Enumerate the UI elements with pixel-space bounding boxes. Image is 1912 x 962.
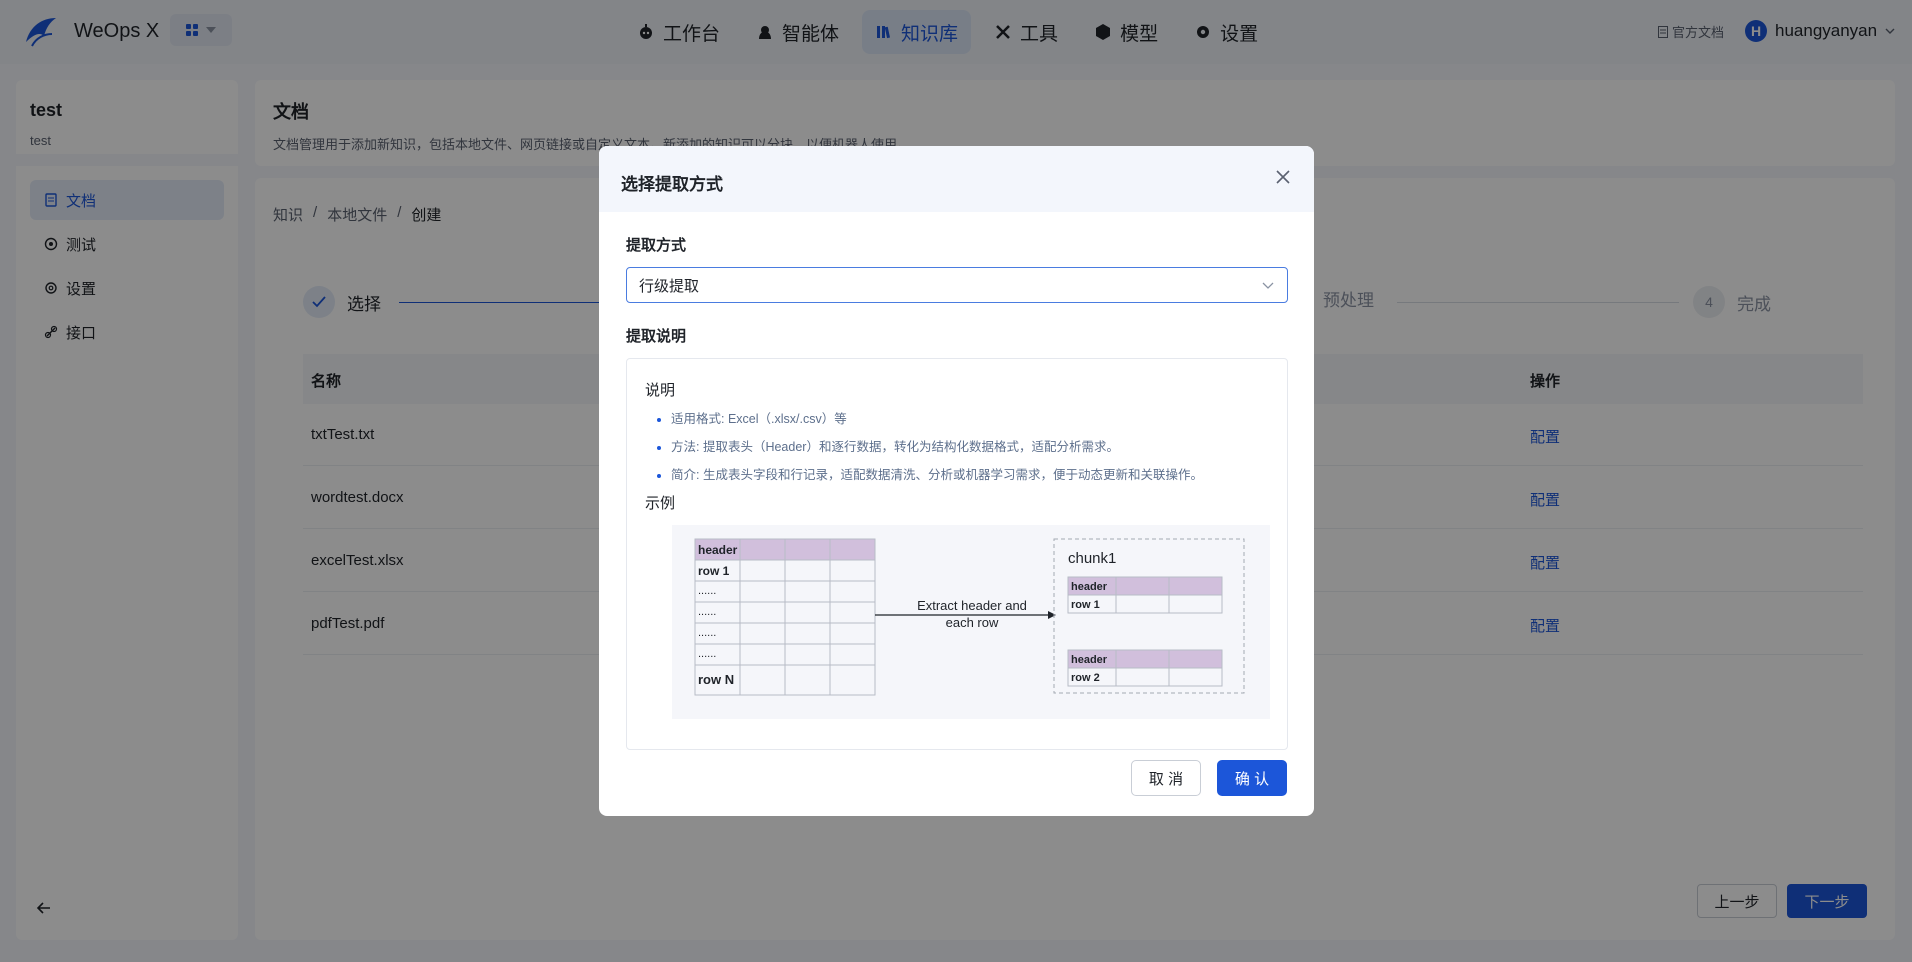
table-dots: ......: [698, 627, 716, 639]
table-row-n: row N: [698, 672, 734, 687]
example-title: 示例: [645, 495, 676, 512]
table-dots: ......: [698, 606, 716, 618]
source-table: header row 1 ...... ...... ...... ......…: [694, 538, 876, 696]
table-header-cell: header: [698, 543, 738, 557]
modal-body: 提取方式 行级提取 提取说明 说明 适用格式: Excel（.xlsx/.csv…: [599, 212, 1314, 750]
selected-method: 行级提取: [639, 277, 700, 295]
table-dots: ......: [698, 648, 716, 660]
description-title: 说明: [645, 382, 676, 399]
description-intro: 简介: 生成表头字段和行记录，适配数据清洗、分析或机器学习需求，便于动态更新和关…: [671, 464, 1269, 483]
cancel-button[interactable]: 取 消: [1131, 760, 1201, 796]
description-list: 适用格式: Excel（.xlsx/.csv）等 方法: 提取表头（Header…: [645, 408, 1269, 483]
table-dots: ......: [698, 585, 716, 597]
extract-arrow: Extract header and each row: [875, 598, 1056, 630]
modal-header: 选择提取方式: [599, 146, 1314, 212]
chunk-row-2: row 2: [1071, 672, 1100, 684]
chunk-box: chunk1 header row 1 header row 2: [1053, 538, 1245, 694]
example-diagram: header row 1 ...... ...... ...... ......…: [672, 525, 1270, 719]
extraction-method-select[interactable]: 行级提取: [626, 267, 1288, 303]
arrow-label-line1: Extract header and: [917, 598, 1027, 613]
close-icon[interactable]: [1274, 168, 1292, 186]
row-extraction-diagram: header row 1 ...... ...... ...... ......…: [694, 538, 1245, 696]
chunk-header-cell: header: [1071, 581, 1108, 593]
method-label: 提取方式: [626, 237, 687, 254]
chunk-header-cell: header: [1071, 654, 1108, 666]
arrow-label-line2: each row: [946, 615, 999, 630]
extraction-method-modal: 选择提取方式 提取方式 行级提取 提取说明 说明 适用格式: Excel（.xl…: [599, 146, 1314, 816]
chevron-down-icon: [1262, 282, 1274, 289]
chunk-label: chunk1: [1068, 550, 1116, 567]
table-row-1: row 1: [698, 564, 730, 578]
modal-footer: 取 消 确 认: [1131, 760, 1287, 796]
description-method: 方法: 提取表头（Header）和逐行数据，转化为结构化数据格式，适配分析需求。: [671, 436, 1269, 455]
description-format: 适用格式: Excel（.xlsx/.csv）等: [671, 408, 1269, 427]
description-label: 提取说明: [626, 328, 687, 345]
modal-title: 选择提取方式: [621, 175, 723, 194]
description-box: 说明 适用格式: Excel（.xlsx/.csv）等 方法: 提取表头（Hea…: [626, 358, 1288, 750]
chunk-row-1: row 1: [1071, 599, 1100, 611]
confirm-button[interactable]: 确 认: [1217, 760, 1287, 796]
